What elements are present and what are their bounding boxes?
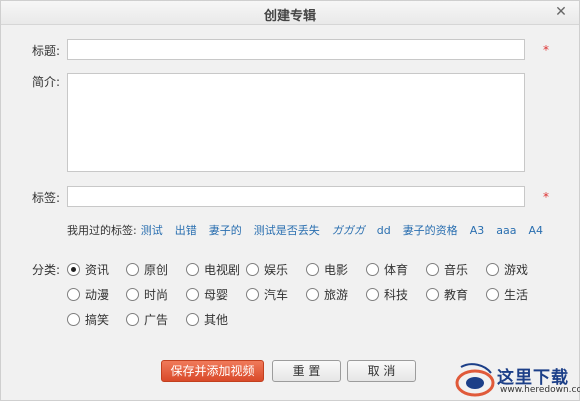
- radio-icon[interactable]: [186, 313, 199, 326]
- category-option-label: 音乐: [444, 263, 469, 277]
- category-option-fashion[interactable]: 时尚: [126, 286, 168, 303]
- radio-icon[interactable]: [486, 263, 499, 276]
- category-option-games[interactable]: 游戏: [486, 261, 528, 278]
- category-option-tech[interactable]: 科技: [366, 286, 408, 303]
- radio-icon[interactable]: [186, 263, 199, 276]
- category-option-life[interactable]: 生活: [486, 286, 528, 303]
- category-option-label: 旅游: [324, 288, 349, 302]
- radio-icon[interactable]: [67, 288, 80, 301]
- radio-icon[interactable]: [426, 288, 439, 301]
- radio-icon[interactable]: [126, 288, 139, 301]
- radio-icon[interactable]: [126, 263, 139, 276]
- radio-icon[interactable]: [126, 313, 139, 326]
- category-option-label: 资讯: [85, 263, 110, 277]
- category-option-label: 电影: [324, 263, 349, 277]
- radio-icon[interactable]: [246, 263, 259, 276]
- watermark: 这里下载 www.heredown.com: [445, 359, 580, 402]
- category-label: 分类:: [32, 263, 61, 277]
- used-tag[interactable]: ガガガ: [332, 222, 365, 238]
- save-and-add-video-button[interactable]: 保存并添加视频: [161, 360, 264, 382]
- radio-icon[interactable]: [246, 288, 259, 301]
- category-option-label: 广告: [144, 313, 169, 327]
- used-tag[interactable]: A3: [470, 224, 485, 237]
- category-option-music[interactable]: 音乐: [426, 261, 468, 278]
- tags-required-mark: *: [543, 190, 549, 204]
- radio-icon[interactable]: [306, 263, 319, 276]
- tags-label: 标签:: [32, 191, 61, 205]
- category-option-auto[interactable]: 汽车: [246, 286, 288, 303]
- used-tags-label: 我用过的标签:: [67, 224, 137, 237]
- used-tags-row: 我用过的标签: 测试 出错 妻子的 测试是否丢失 ガガガ dd 妻子的资格 A3…: [67, 222, 543, 238]
- category-option-label: 其他: [204, 313, 229, 327]
- category-option-other[interactable]: 其他: [186, 311, 228, 328]
- category-option-label: 娱乐: [264, 263, 289, 277]
- tags-input[interactable]: [67, 186, 525, 207]
- category-option-label: 体育: [384, 263, 409, 277]
- watermark-logo-icon: [455, 363, 495, 397]
- radio-icon[interactable]: [366, 288, 379, 301]
- watermark-url: www.heredown.com: [500, 385, 580, 395]
- intro-textarea[interactable]: [67, 73, 525, 172]
- create-album-dialog: 创建专辑 ✕ 标题: * 简介: 标签: * 我用过的标签: 测试 出错 妻子的…: [0, 0, 580, 401]
- radio-icon[interactable]: [306, 288, 319, 301]
- category-option-label: 汽车: [264, 288, 289, 302]
- category-option-parenting[interactable]: 母婴: [186, 286, 228, 303]
- dialog-title: 创建专辑: [263, 9, 316, 24]
- category-option-label: 动漫: [85, 288, 110, 302]
- category-option-label: 搞笑: [85, 313, 110, 327]
- category-option-sports[interactable]: 体育: [366, 261, 408, 278]
- category-option-anime[interactable]: 动漫: [67, 286, 109, 303]
- used-tag[interactable]: 妻子的: [209, 222, 242, 238]
- category-option-original[interactable]: 原创: [126, 261, 168, 278]
- reset-button[interactable]: 重 置: [272, 360, 341, 382]
- used-tag[interactable]: 测试: [141, 222, 163, 238]
- radio-icon[interactable]: [486, 288, 499, 301]
- radio-icon[interactable]: [366, 263, 379, 276]
- used-tag[interactable]: 测试是否丢失: [254, 222, 320, 238]
- title-input[interactable]: [67, 39, 525, 60]
- category-option-news[interactable]: 资讯: [67, 261, 109, 278]
- radio-icon[interactable]: [67, 313, 80, 326]
- category-option-ads[interactable]: 广告: [126, 311, 168, 328]
- category-option-movie[interactable]: 电影: [306, 261, 348, 278]
- title-required-mark: *: [543, 43, 549, 57]
- category-option-label: 时尚: [144, 288, 169, 302]
- intro-label: 简介:: [32, 75, 61, 89]
- category-option-label: 母婴: [204, 288, 229, 302]
- cancel-button[interactable]: 取 消: [347, 360, 416, 382]
- radio-checked-icon[interactable]: [67, 263, 80, 276]
- dialog-titlebar: 创建专辑 ✕: [1, 1, 579, 25]
- category-option-label: 原创: [144, 263, 169, 277]
- category-option-entertainment[interactable]: 娱乐: [246, 261, 288, 278]
- used-tag[interactable]: 妻子的资格: [403, 222, 458, 238]
- category-option-label: 游戏: [504, 263, 529, 277]
- category-option-label: 教育: [444, 288, 469, 302]
- used-tag[interactable]: A4: [528, 224, 543, 237]
- category-option-label: 电视剧: [204, 263, 241, 277]
- used-tag[interactable]: aaa: [496, 224, 516, 237]
- category-option-label: 科技: [384, 288, 409, 302]
- title-label: 标题:: [32, 44, 61, 58]
- radio-icon[interactable]: [186, 288, 199, 301]
- radio-icon[interactable]: [426, 263, 439, 276]
- close-icon[interactable]: ✕: [553, 4, 569, 20]
- category-option-tv-series[interactable]: 电视剧: [186, 261, 240, 278]
- used-tag[interactable]: dd: [377, 224, 391, 237]
- category-option-education[interactable]: 教育: [426, 286, 468, 303]
- used-tag[interactable]: 出错: [175, 222, 197, 238]
- category-option-label: 生活: [504, 288, 529, 302]
- category-option-funny[interactable]: 搞笑: [67, 311, 109, 328]
- category-option-travel[interactable]: 旅游: [306, 286, 348, 303]
